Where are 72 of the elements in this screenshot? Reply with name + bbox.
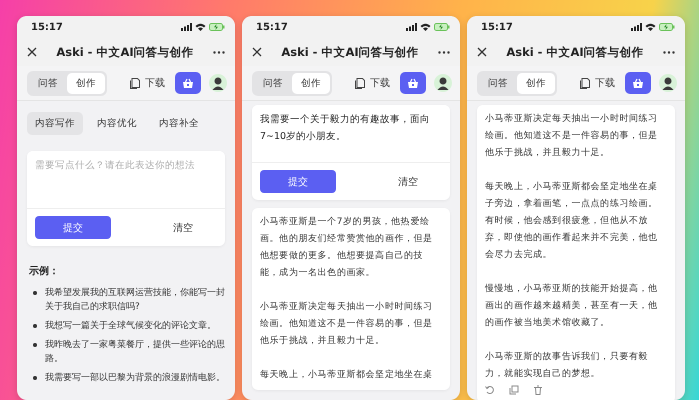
- copy-icon[interactable]: [509, 385, 519, 395]
- prompt-field[interactable]: 我需要一个关于毅力的有趣故事，面向7~10岁的小朋友。: [252, 105, 450, 163]
- signal-icon: [631, 23, 642, 31]
- wifi-icon: [420, 23, 431, 31]
- answer-paragraph: 小马蒂亚斯决定每天抽出一小时时间练习绘画。他知道这不是一件容易的事，但是他乐于挑战，并且毅力十足。: [485, 112, 659, 160]
- signal-icon: [406, 23, 417, 31]
- basket-button[interactable]: [400, 72, 426, 94]
- content-tab[interactable]: 内容优化: [89, 112, 145, 135]
- trash-icon[interactable]: [533, 385, 543, 395]
- battery-icon: [659, 23, 675, 31]
- signal-icon: [181, 23, 192, 31]
- download-button[interactable]: 下载: [354, 76, 390, 90]
- status-time: 15:17: [481, 22, 513, 32]
- regenerate-icon[interactable]: [485, 385, 495, 395]
- example-prompt[interactable]: 我需要写一部以巴黎为背景的浪漫剧情电影。: [45, 371, 225, 385]
- prompt-field[interactable]: 需要写点什么？请在此表达你的想法: [27, 151, 225, 209]
- download-button[interactable]: 下载: [579, 76, 615, 90]
- download-button[interactable]: 下载: [129, 76, 165, 90]
- clear-button[interactable]: 清空: [167, 220, 199, 236]
- example-prompt[interactable]: 我想写一篇关于全球气候变化的评论文章。: [45, 319, 216, 333]
- wifi-icon: [195, 23, 206, 31]
- bullet-icon: [33, 291, 37, 295]
- avatar-icon[interactable]: [209, 74, 227, 92]
- answer-paragraph: 每天晚上，小马蒂亚斯都会坚定地坐在桌子旁边，拿着画笔，一点点的练习绘画。有时候，他会感到很疲惫，但他从不放弃，即使他的画作看起来并不完美，他也会尽力去完成。: [485, 180, 659, 262]
- answer-paragraph: 每天晚上，小马蒂亚斯都会坚定地坐在桌: [260, 368, 434, 382]
- window-title: Aski - 中文AI问答与创作: [56, 44, 194, 60]
- document-icon: [129, 77, 141, 89]
- document-icon: [354, 77, 366, 89]
- window-title: Aski - 中文AI问答与创作: [281, 44, 419, 60]
- status-time: 15:17: [256, 22, 288, 32]
- mode-tab[interactable]: 创作: [517, 72, 555, 94]
- content-tab[interactable]: 内容补全: [151, 112, 207, 135]
- close-icon[interactable]: [252, 47, 262, 57]
- bullet-icon: [33, 324, 37, 328]
- basket-icon: [182, 78, 194, 88]
- status-time: 15:17: [31, 22, 63, 32]
- submit-button[interactable]: 提交: [260, 170, 336, 193]
- avatar-icon[interactable]: [659, 74, 677, 92]
- window-title: Aski - 中文AI问答与创作: [506, 44, 644, 60]
- example-prompt[interactable]: 我昨晚去了一家粤菜餐厅，提供一些评论的思路。: [45, 338, 225, 366]
- document-icon: [579, 77, 591, 89]
- answer-paragraph: 慢慢地，小马蒂亚斯的技能开始提高，他画出的画作越来越精美，甚至有一天，他的画作被当地美术馆收藏了。: [485, 282, 659, 330]
- mode-tab[interactable]: 创作: [67, 72, 105, 94]
- bullet-icon: [33, 343, 37, 347]
- mode-tab[interactable]: 问答: [479, 72, 517, 94]
- more-icon[interactable]: [212, 50, 225, 54]
- battery-icon: [434, 23, 450, 31]
- basket-icon: [632, 78, 644, 88]
- avatar-icon[interactable]: [434, 74, 452, 92]
- submit-button[interactable]: 提交: [35, 216, 111, 239]
- example-prompt[interactable]: 我希望发展我的互联网运营技能，你能写一封关于我自己的求职信吗?: [45, 286, 225, 314]
- close-icon[interactable]: [477, 47, 487, 57]
- mode-tab[interactable]: 问答: [254, 72, 292, 94]
- answer-paragraph: 小马蒂亚斯是一个7岁的男孩，他热爱绘画。他的朋友们经常赞赏他的画作，但是他想要做的更多。他想要提高自己的技能，成为一名出色的画家。: [260, 216, 434, 280]
- prompt-card[interactable]: 需要写点什么？请在此表达你的想法 提交 清空: [27, 151, 225, 246]
- content-tab[interactable]: 内容写作: [27, 112, 83, 135]
- examples-heading: 示例：: [29, 264, 60, 278]
- answer-paragraph: 小马蒂亚斯的故事告诉我们，只要有毅力，就能实现自己的梦想。: [485, 350, 650, 381]
- close-icon[interactable]: [27, 47, 37, 57]
- basket-button[interactable]: [175, 72, 201, 94]
- prompt-card[interactable]: 我需要一个关于毅力的有趣故事，面向7~10岁的小朋友。 提交 清空: [252, 105, 450, 200]
- mode-tab[interactable]: 创作: [292, 72, 330, 94]
- more-icon[interactable]: [662, 50, 675, 54]
- mode-tab[interactable]: 问答: [29, 72, 67, 94]
- wifi-icon: [645, 23, 656, 31]
- basket-button[interactable]: [625, 72, 651, 94]
- battery-icon: [209, 23, 225, 31]
- bullet-icon: [33, 376, 37, 380]
- basket-icon: [407, 78, 419, 88]
- clear-button[interactable]: 清空: [392, 174, 424, 190]
- more-icon[interactable]: [438, 50, 450, 54]
- answer-paragraph: 小马蒂亚斯决定每天抽出一小时时间练习绘画。他知道这不是一件容易的事，但是他乐于挑战，并且毅力十足。: [260, 300, 434, 348]
